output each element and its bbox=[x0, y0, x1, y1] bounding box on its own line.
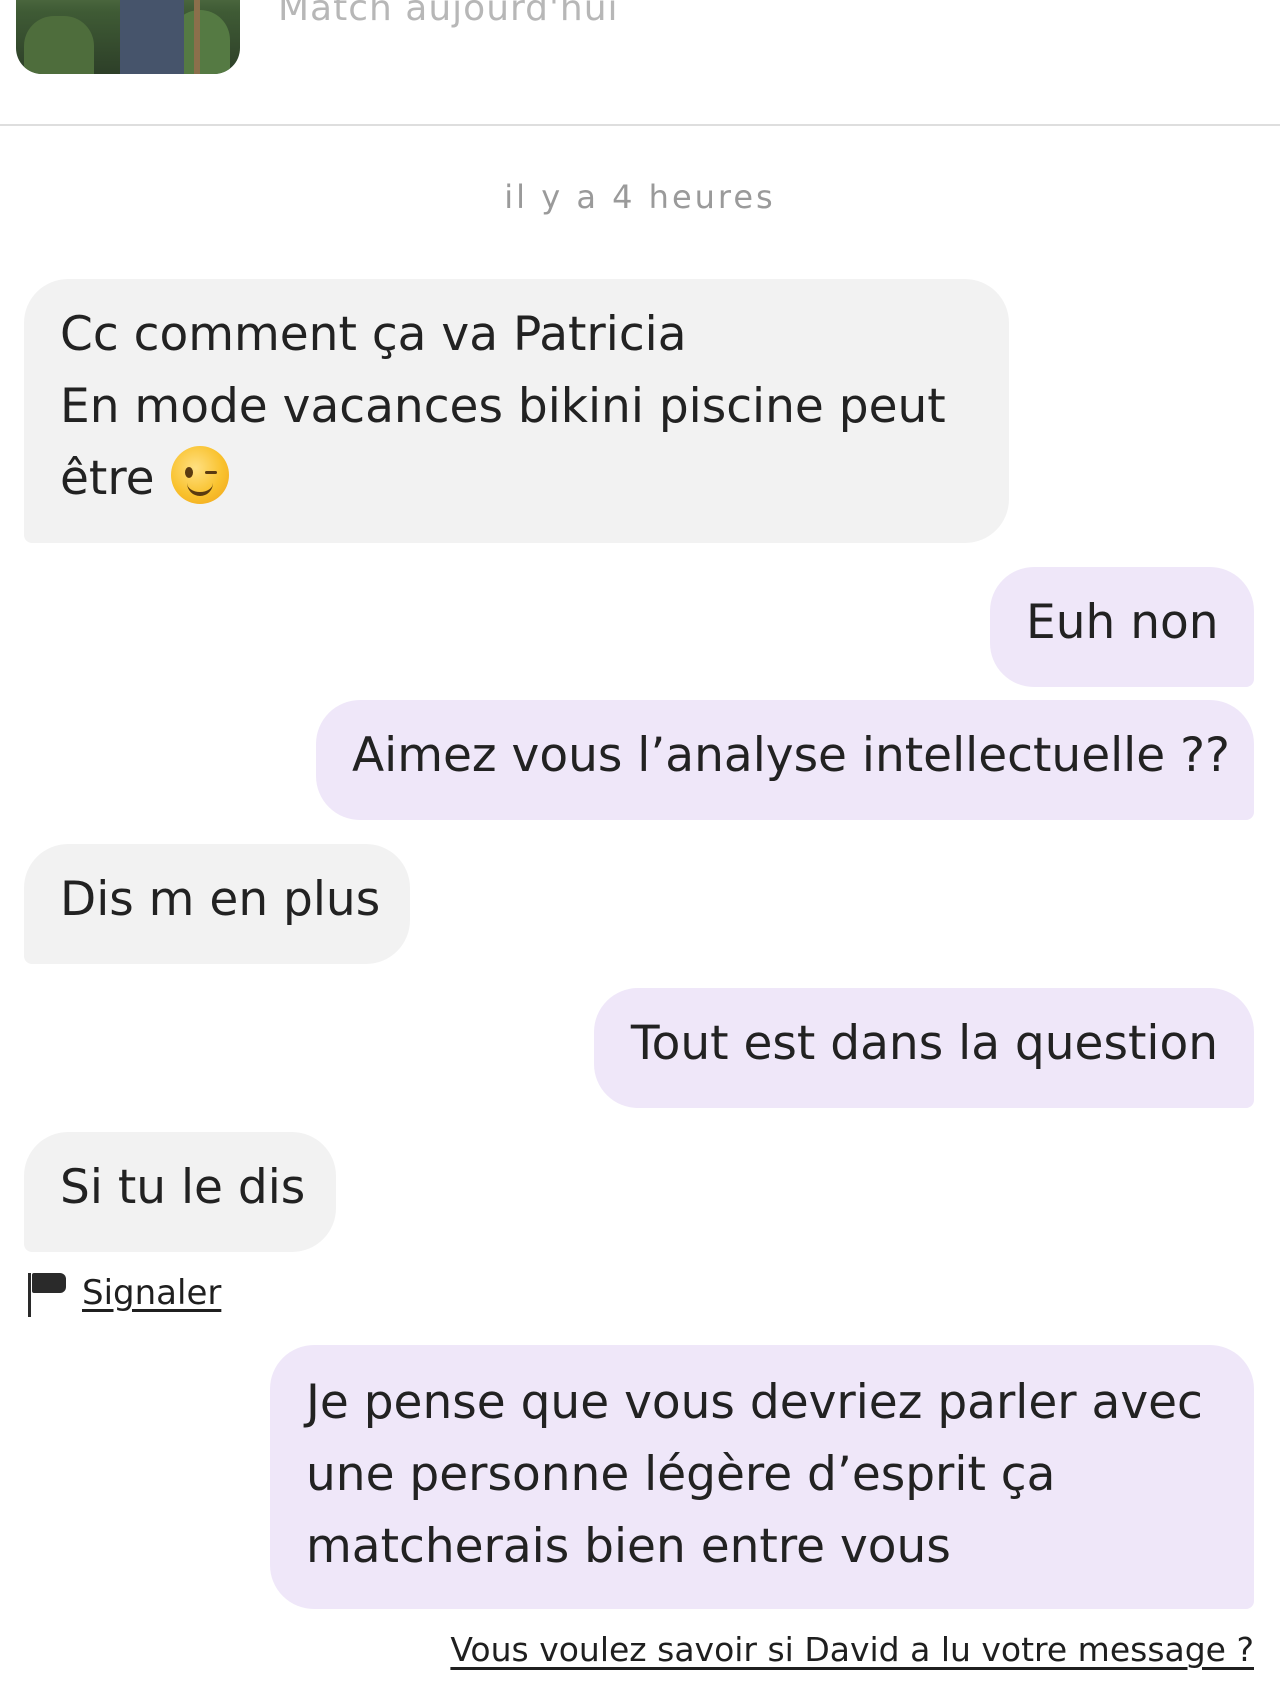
message-line: Aimez vous l’analyse intellectuelle ?? bbox=[352, 728, 1230, 783]
message-line: être bbox=[60, 443, 973, 515]
message-line: Euh non bbox=[1026, 595, 1219, 650]
report-link[interactable]: Signaler bbox=[26, 1268, 221, 1318]
outgoing-message: Tout est dans la question bbox=[594, 988, 1254, 1108]
avatar-person bbox=[120, 0, 184, 74]
message-line: Dis m en plus bbox=[60, 872, 381, 927]
outgoing-message: Je pense que vous devriez parler avec un… bbox=[270, 1345, 1254, 1609]
avatar-post bbox=[194, 0, 200, 74]
incoming-message: Cc comment ça va Patricia En mode vacanc… bbox=[24, 279, 1009, 543]
message-line: Je pense que vous devriez parler avec bbox=[306, 1375, 1203, 1430]
match-date-label: Match aujourd'hui bbox=[278, 0, 619, 29]
outgoing-message: Aimez vous l’analyse intellectuelle ?? bbox=[316, 700, 1254, 820]
message-line: une personne légère d’esprit ça bbox=[306, 1447, 1056, 1502]
match-avatar[interactable] bbox=[16, 0, 240, 74]
read-receipt-link[interactable]: Vous voulez savoir si David a lu votre m… bbox=[450, 1630, 1254, 1669]
message-line: En mode vacances bikini piscine peut bbox=[60, 379, 946, 434]
message-text: être bbox=[60, 451, 155, 506]
outgoing-message: Euh non bbox=[990, 567, 1254, 687]
message-timestamp: il y a 4 heures bbox=[504, 178, 776, 216]
incoming-message: Dis m en plus bbox=[24, 844, 410, 964]
winking-face-icon bbox=[170, 446, 229, 504]
message-line: Si tu le dis bbox=[60, 1160, 306, 1215]
chat-header: Match aujourd'hui bbox=[0, 0, 1280, 126]
message-line: Cc comment ça va Patricia bbox=[60, 307, 687, 362]
incoming-message: Si tu le dis bbox=[24, 1132, 336, 1252]
message-line: Tout est dans la question bbox=[630, 1016, 1218, 1071]
message-line: matcherais bien entre vous bbox=[306, 1519, 951, 1574]
avatar-hedge bbox=[24, 16, 94, 74]
header-divider bbox=[0, 124, 1280, 126]
report-label[interactable]: Signaler bbox=[82, 1273, 221, 1313]
flag-icon bbox=[26, 1269, 68, 1317]
